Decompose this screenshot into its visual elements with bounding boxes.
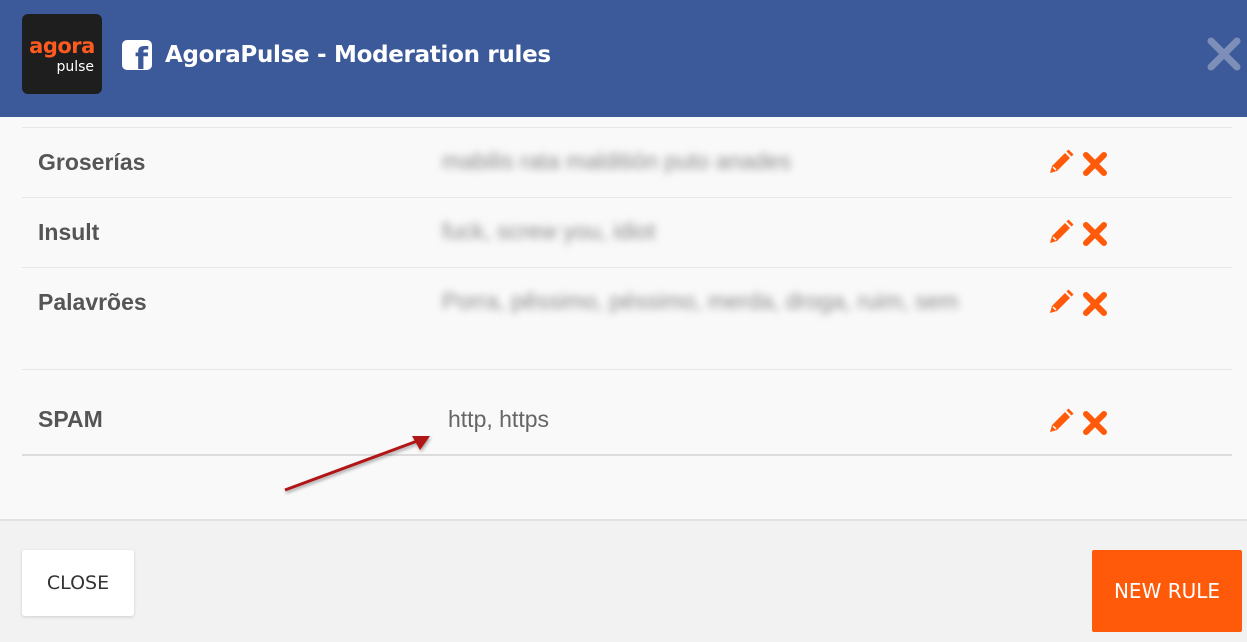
- rule-actions: [1044, 217, 1114, 247]
- pencil-icon[interactable]: [1044, 147, 1076, 179]
- logo-text-pulse: pulse: [56, 59, 94, 75]
- rule-name: SPAM: [38, 406, 103, 432]
- rule-row: Insult fuck, screw you, idiot: [22, 198, 1232, 268]
- rule-name: Insult: [38, 219, 100, 245]
- rule-name: Palavrões: [38, 289, 147, 315]
- pencil-icon[interactable]: [1044, 217, 1076, 249]
- close-icon[interactable]: [1082, 410, 1108, 436]
- rule-actions: [1044, 406, 1114, 436]
- rule-words: Porra, pêssimo, péssimo, merda, droga, r…: [442, 288, 959, 314]
- modal-title: AgoraPulse - Moderation rules: [165, 42, 551, 68]
- modal-body: Groserías mabilis rata malditión puto an…: [0, 117, 1247, 521]
- rule-row: SPAM http, https: [22, 370, 1232, 456]
- rule-actions: [1044, 287, 1114, 317]
- rule-row: Groserías mabilis rata malditión puto an…: [22, 128, 1232, 198]
- rule-name: Groserías: [38, 149, 146, 175]
- annotation-arrow: [284, 436, 430, 492]
- rule-actions: [1044, 147, 1114, 177]
- rules-list: Groserías mabilis rata malditión puto an…: [22, 127, 1232, 456]
- close-icon[interactable]: [1082, 221, 1108, 247]
- close-icon[interactable]: [1082, 151, 1108, 177]
- facebook-icon: f: [122, 40, 152, 70]
- close-icon[interactable]: [1082, 291, 1108, 317]
- pencil-icon[interactable]: [1044, 406, 1076, 438]
- rule-words: fuck, screw you, idiot: [442, 218, 656, 244]
- new-rule-button[interactable]: NEW RULE: [1092, 550, 1242, 632]
- rule-words: http, https: [448, 406, 550, 432]
- logo-text-agora: agora: [29, 34, 95, 58]
- agorapulse-logo: agora pulse: [22, 14, 102, 94]
- close-button[interactable]: CLOSE: [22, 550, 134, 616]
- rule-row: Palavrões Porra, pêssimo, péssimo, merda…: [22, 268, 1232, 370]
- close-icon[interactable]: [1206, 36, 1242, 72]
- rule-words: mabilis rata malditión puto anades: [442, 148, 792, 174]
- modal-header: agora pulse f AgoraPulse - Moderation ru…: [0, 0, 1247, 117]
- pencil-icon[interactable]: [1044, 287, 1076, 319]
